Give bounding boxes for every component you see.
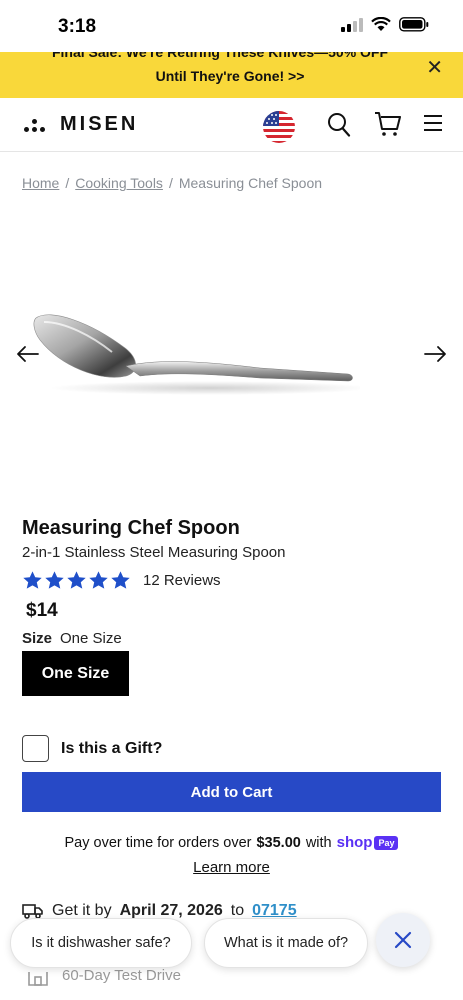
product-image (33, 314, 360, 395)
close-icon (394, 931, 412, 949)
close-icon[interactable]: ✕ (426, 55, 443, 80)
status-bar: 3:18 (0, 0, 463, 52)
gift-checkbox[interactable] (22, 735, 49, 762)
promo-text-line1: Final Sale: We're Retiring These Knives—… (51, 52, 389, 60)
product-title: Measuring Chef Spoon (22, 517, 240, 539)
shop-pay-logo: shop Pay (337, 834, 399, 851)
breadcrumb-cooking-tools[interactable]: Cooking Tools (75, 175, 163, 191)
size-selector-label: Size One Size (22, 630, 122, 647)
star-rating (22, 570, 131, 591)
financing-amount: $35.00 (256, 834, 301, 851)
signal-icon (341, 17, 363, 32)
size-label: Size (22, 630, 53, 647)
star-icon (111, 571, 130, 589)
promo-text-line2[interactable]: Until They're Gone! >> (0, 68, 460, 84)
chat-close-button[interactable] (376, 913, 430, 967)
star-icon (67, 571, 86, 589)
pay-badge: Pay (374, 835, 399, 850)
logo[interactable]: MISEN (24, 113, 138, 136)
gift-label: Is this a Gift? (61, 739, 163, 757)
star-icon (89, 571, 108, 589)
wifi-icon (371, 17, 391, 31)
financing-message: Pay over time for orders over $35.00 wit… (0, 834, 463, 851)
learn-more-link[interactable]: Learn more (193, 859, 270, 876)
site-header: MISEN (0, 98, 463, 152)
star-icon (23, 571, 42, 589)
search-icon[interactable] (327, 112, 351, 138)
battery-icon (399, 17, 429, 32)
review-count[interactable]: 12 Reviews (143, 572, 221, 589)
learn-more-row: Learn more (0, 859, 463, 876)
product-price: $14 (26, 600, 58, 621)
breadcrumb-current: Measuring Chef Spoon (178, 175, 323, 191)
star-icon (45, 571, 64, 589)
size-option-button[interactable]: One Size (22, 651, 129, 696)
promo-banner[interactable]: Final Sale: We're Retiring These Knives—… (0, 52, 463, 98)
logo-dots-icon (24, 117, 50, 133)
breadcrumb: Home / Cooking Tools / Measuring Chef Spoon (22, 175, 322, 191)
status-time: 3:18 (58, 16, 97, 37)
logo-text: MISEN (60, 113, 139, 135)
status-icons (341, 17, 429, 32)
chat-suggestion-dishwasher[interactable]: Is it dishwasher safe? (10, 918, 192, 968)
gift-option[interactable]: Is this a Gift? (22, 735, 162, 762)
shop-word: shop (336, 834, 373, 851)
arrow-right-icon[interactable] (423, 342, 447, 366)
flag-icon[interactable] (262, 110, 296, 144)
product-rating[interactable]: 12 Reviews (22, 570, 221, 591)
financing-text: Pay over time for orders over (64, 834, 252, 851)
chat-suggestion-material[interactable]: What is it made of? (204, 918, 368, 968)
test-drive-label: 60-Day Test Drive (62, 966, 181, 984)
breadcrumb-home[interactable]: Home (22, 175, 59, 191)
size-value: One Size (60, 630, 122, 647)
add-to-cart-button[interactable]: Add to Cart (22, 772, 441, 812)
menu-icon[interactable] (423, 114, 443, 132)
breadcrumb-separator: / (168, 175, 173, 191)
financing-with: with (305, 834, 332, 851)
breadcrumb-separator: / (65, 175, 70, 191)
product-subtitle: 2-in-1 Stainless Steel Measuring Spoon (22, 544, 286, 561)
cart-icon[interactable] (374, 111, 402, 137)
